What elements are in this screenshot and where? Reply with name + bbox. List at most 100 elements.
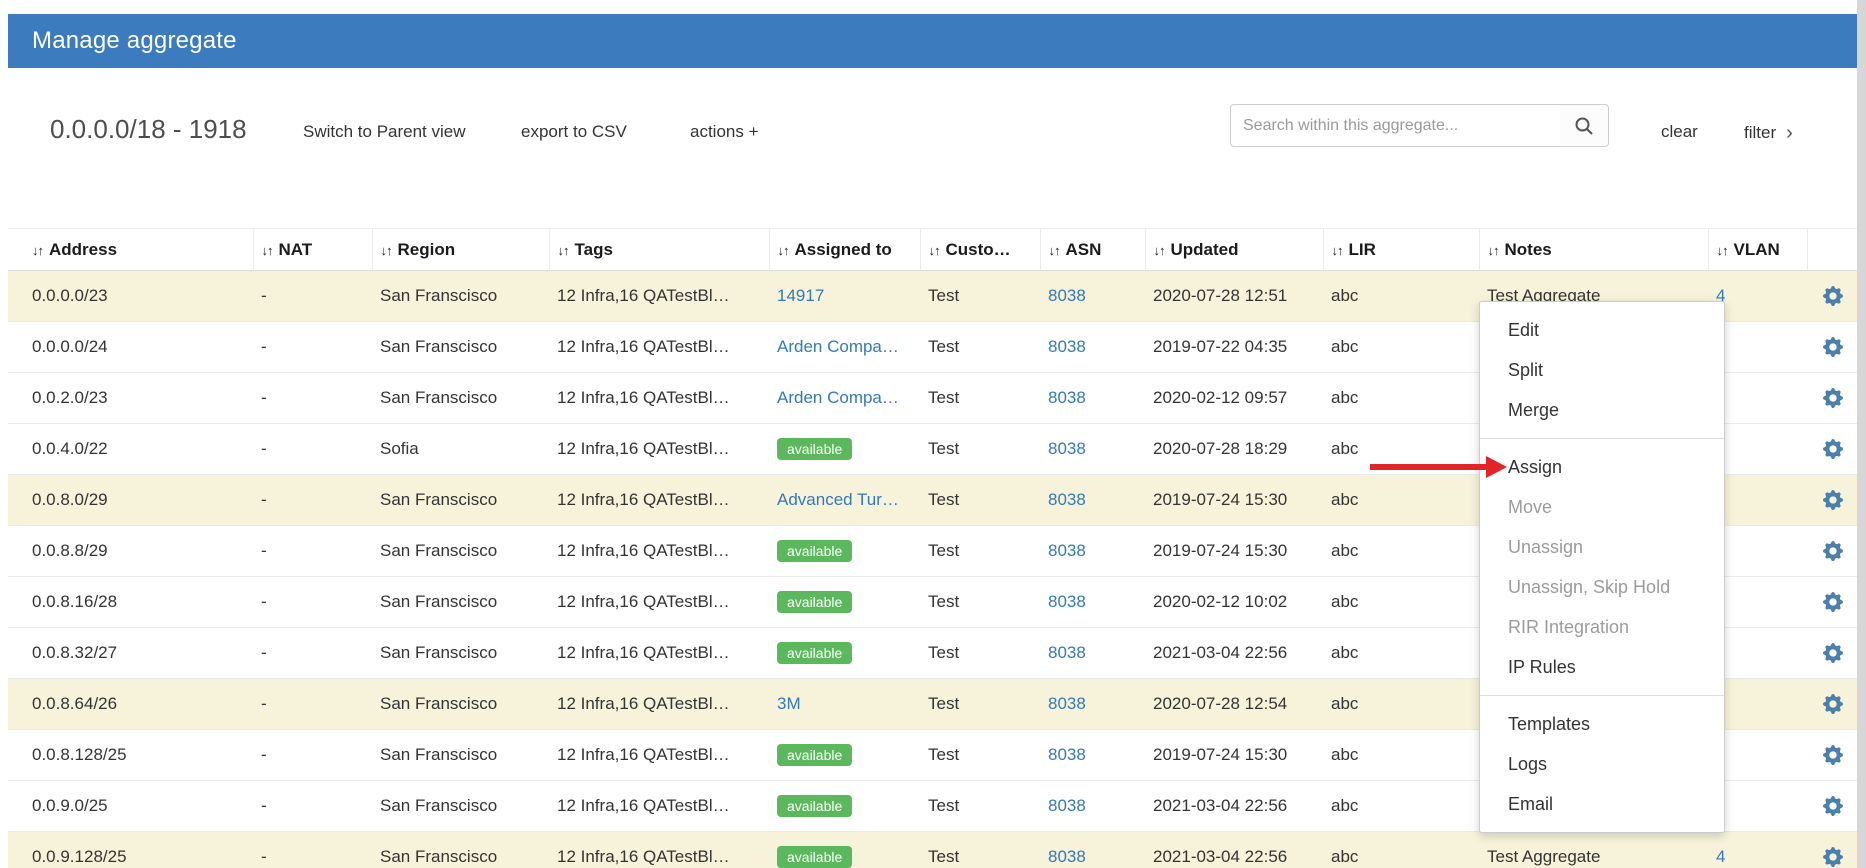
actions-menu-link[interactable]: actions + xyxy=(690,122,759,142)
cell-customer: Test xyxy=(920,628,1040,679)
menu-item-logs[interactable]: Logs xyxy=(1480,744,1724,784)
assigned-to-value[interactable]: available xyxy=(777,438,852,461)
asn-link[interactable]: 8038 xyxy=(1048,337,1086,356)
sort-icon: ↓↑ xyxy=(32,243,43,258)
asn-link[interactable]: 8038 xyxy=(1048,643,1086,662)
vlan-link[interactable]: 4 xyxy=(1716,847,1725,866)
assigned-to-value[interactable]: Arden Compa… xyxy=(777,388,899,407)
menu-item-unassign-skip-hold: Unassign, Skip Hold xyxy=(1480,567,1724,607)
menu-item-split[interactable]: Split xyxy=(1480,350,1724,390)
cell-asn: 8038 xyxy=(1040,577,1145,628)
gear-icon[interactable] xyxy=(1823,592,1843,612)
cell-lir: abc xyxy=(1323,526,1479,577)
gear-icon[interactable] xyxy=(1823,694,1843,714)
col-header-updated[interactable]: ↓↑Updated xyxy=(1145,229,1323,271)
page-title: Manage aggregate xyxy=(32,27,237,55)
col-header-tags[interactable]: ↓↑Tags xyxy=(549,229,769,271)
col-header-notes[interactable]: ↓↑Notes xyxy=(1479,229,1708,271)
cell-lir: abc xyxy=(1323,373,1479,424)
menu-item-merge[interactable]: Merge xyxy=(1480,390,1724,430)
col-header-vlan[interactable]: ↓↑VLAN xyxy=(1708,229,1807,271)
menu-item-email[interactable]: Email xyxy=(1480,784,1724,824)
assigned-to-value[interactable]: available xyxy=(777,846,852,868)
cell-actions xyxy=(1807,373,1858,424)
sort-icon: ↓↑ xyxy=(262,243,273,258)
cell-tags: 12 Infra,16 QATestBl… xyxy=(549,322,769,373)
cell-updated: 2020-02-12 09:57 xyxy=(1145,373,1323,424)
cell-updated: 2019-07-24 15:30 xyxy=(1145,730,1323,781)
sort-icon: ↓↑ xyxy=(929,243,940,258)
cell-address: 0.0.8.16/28 xyxy=(8,577,253,628)
search-button[interactable] xyxy=(1560,104,1609,147)
cell-tags: 12 Infra,16 QATestBl… xyxy=(549,526,769,577)
gear-icon[interactable] xyxy=(1823,439,1843,459)
switch-parent-view-link[interactable]: Switch to Parent view xyxy=(303,122,466,142)
col-header-actions xyxy=(1807,229,1858,271)
search-input[interactable] xyxy=(1230,104,1561,147)
asn-link[interactable]: 8038 xyxy=(1048,592,1086,611)
asn-link[interactable]: 8038 xyxy=(1048,847,1086,866)
col-label: Region xyxy=(398,240,456,259)
menu-item-assign[interactable]: Assign xyxy=(1480,447,1724,487)
assigned-to-value[interactable]: 14917 xyxy=(777,286,824,305)
table-row[interactable]: 0.0.9.128/25 - San Franscisco 12 Infra,1… xyxy=(8,832,1858,868)
cell-customer: Test xyxy=(920,781,1040,832)
cell-nat: - xyxy=(253,628,372,679)
assigned-to-value[interactable]: available xyxy=(777,795,852,818)
assigned-to-value[interactable]: Arden Compa… xyxy=(777,337,899,356)
assigned-to-value[interactable]: available xyxy=(777,540,852,563)
filter-link[interactable]: filter› xyxy=(1744,122,1793,145)
cell-nat: - xyxy=(253,679,372,730)
cell-tags: 12 Infra,16 QATestBl… xyxy=(549,679,769,730)
cell-tags: 12 Infra,16 QATestBl… xyxy=(549,373,769,424)
menu-item-edit[interactable]: Edit xyxy=(1480,310,1724,350)
gear-icon[interactable] xyxy=(1823,388,1843,408)
assigned-to-value[interactable]: available xyxy=(777,642,852,665)
col-header-nat[interactable]: ↓↑NAT xyxy=(253,229,372,271)
col-label: ASN xyxy=(1066,240,1102,259)
asn-link[interactable]: 8038 xyxy=(1048,286,1086,305)
assigned-to-value[interactable]: available xyxy=(777,591,852,614)
asn-link[interactable]: 8038 xyxy=(1048,541,1086,560)
scrollbar[interactable] xyxy=(1857,0,1866,868)
col-header-lir[interactable]: ↓↑LIR xyxy=(1323,229,1479,271)
cell-address: 0.0.2.0/23 xyxy=(8,373,253,424)
gear-icon[interactable] xyxy=(1823,490,1843,510)
assigned-to-value[interactable]: available xyxy=(777,744,852,767)
asn-link[interactable]: 8038 xyxy=(1048,388,1086,407)
asn-link[interactable]: 8038 xyxy=(1048,796,1086,815)
search-icon xyxy=(1573,115,1595,137)
assigned-to-value[interactable]: 3M xyxy=(777,694,801,713)
gear-icon[interactable] xyxy=(1823,286,1843,306)
gear-icon[interactable] xyxy=(1823,745,1843,765)
app-header: Manage aggregate xyxy=(8,14,1857,68)
clear-link[interactable]: clear xyxy=(1661,122,1698,142)
col-header-assigned-to[interactable]: ↓↑Assigned to xyxy=(769,229,920,271)
col-header-asn[interactable]: ↓↑ASN xyxy=(1040,229,1145,271)
cell-asn: 8038 xyxy=(1040,424,1145,475)
gear-icon[interactable] xyxy=(1823,541,1843,561)
cell-region: San Franscisco xyxy=(372,781,549,832)
menu-item-move: Move xyxy=(1480,487,1724,527)
asn-link[interactable]: 8038 xyxy=(1048,439,1086,458)
cell-tags: 12 Infra,16 QATestBl… xyxy=(549,781,769,832)
gear-icon[interactable] xyxy=(1823,796,1843,816)
cell-lir: abc xyxy=(1323,730,1479,781)
col-header-region[interactable]: ↓↑Region xyxy=(372,229,549,271)
cell-lir: abc xyxy=(1323,832,1479,868)
cell-region: San Franscisco xyxy=(372,679,549,730)
col-header-address[interactable]: ↓↑Address xyxy=(8,229,253,271)
menu-item-templates[interactable]: Templates xyxy=(1480,704,1724,744)
menu-item-ip-rules[interactable]: IP Rules xyxy=(1480,647,1724,687)
asn-link[interactable]: 8038 xyxy=(1048,490,1086,509)
asn-link[interactable]: 8038 xyxy=(1048,694,1086,713)
col-header-customer[interactable]: ↓↑Custo… xyxy=(920,229,1040,271)
export-csv-link[interactable]: export to CSV xyxy=(521,122,627,142)
gear-icon[interactable] xyxy=(1823,337,1843,357)
asn-link[interactable]: 8038 xyxy=(1048,745,1086,764)
assigned-to-value[interactable]: Advanced Tur… xyxy=(777,490,899,509)
sort-icon: ↓↑ xyxy=(1488,243,1499,258)
gear-icon[interactable] xyxy=(1823,847,1843,867)
gear-icon[interactable] xyxy=(1823,643,1843,663)
cell-assigned-to: Advanced Tur… xyxy=(769,475,920,526)
